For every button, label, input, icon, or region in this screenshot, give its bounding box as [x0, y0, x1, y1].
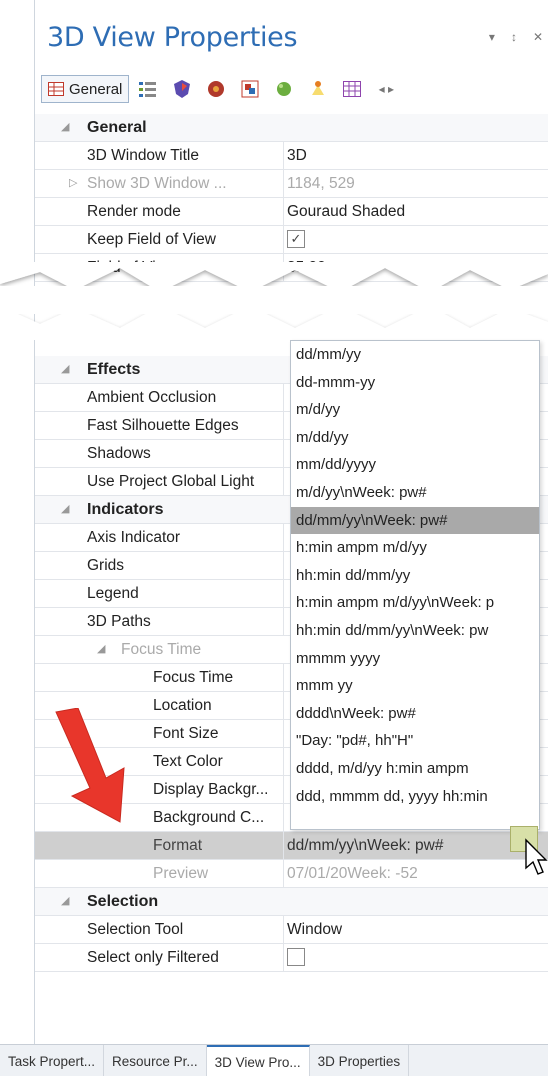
property-row[interactable]: Render mode Gouraud Shaded [35, 198, 548, 226]
grid-icon [48, 82, 64, 96]
dropdown-option[interactable]: hh:min dd/mm/yy\nWeek: pw [291, 617, 539, 645]
torn-break [0, 262, 548, 340]
dropdown-option[interactable]: dd-mmm-yy [291, 369, 539, 397]
dropdown-option[interactable]: m/dd/yy [291, 424, 539, 452]
property-row[interactable]: 3D Window Title 3D [35, 142, 548, 170]
scroll-icon[interactable]: ◂ ▸ [371, 75, 401, 103]
dropdown-option[interactable]: dddd, m/d/yy h:min ampm [291, 755, 539, 783]
dropdown-option[interactable]: dddd\nWeek: pw# [291, 700, 539, 728]
dropdown-option[interactable]: mmm yy [291, 672, 539, 700]
property-grid: ◢ General 3D Window Title 3D ▷ Show 3D W… [35, 114, 548, 282]
dropdown-option[interactable]: hh:min dd/mm/yy [291, 562, 539, 590]
list-icon[interactable] [133, 75, 163, 103]
mouse-cursor-icon [525, 838, 548, 875]
keep-fov-checkbox[interactable]: ✓ [287, 230, 305, 248]
collapse-icon[interactable]: ◢ [61, 894, 69, 907]
tab-3d-view-properties[interactable]: 3D View Pro... [206, 1045, 310, 1076]
dropdown-option[interactable]: h:min ampm m/d/yy\nWeek: p [291, 589, 539, 617]
red-arrow-icon [55, 708, 125, 823]
panel-title: 3D View Properties [47, 22, 298, 53]
dropdown-option[interactable]: mmmm yyyy [291, 645, 539, 673]
property-row[interactable]: Selection Tool Window [35, 916, 548, 944]
table-icon[interactable] [337, 75, 367, 103]
close-icon[interactable]: ✕ [533, 30, 543, 44]
dropdown-option[interactable]: dd/mm/yy\nWeek: pw# [291, 506, 539, 535]
property-row[interactable]: Keep Field of View ✓ [35, 226, 548, 254]
panel-header: 3D View Properties ▾ ↕ ✕ [35, 0, 548, 72]
expand-icon[interactable]: ▷ [69, 176, 77, 189]
property-row[interactable]: Select only Filtered [35, 944, 548, 972]
pin-icon[interactable]: ↕ [511, 30, 517, 44]
header-controls: ▾ ↕ ✕ [489, 30, 543, 44]
dropdown-option[interactable]: m/d/yy\nWeek: pw# [291, 479, 539, 507]
tab-resource-properties[interactable]: Resource Pr... [104, 1045, 207, 1076]
dropdown-option[interactable]: "Day: "pd#, hh"H" [291, 727, 539, 755]
format-dropdown-list[interactable]: dd/mm/yy dd-mmm-yy m/d/yy m/dd/yy mm/dd/yyyy… [290, 340, 540, 830]
collapse-icon[interactable]: ◢ [97, 642, 105, 655]
collapse-icon[interactable]: ◢ [61, 362, 69, 375]
collapse-icon[interactable]: ◢ [61, 120, 69, 133]
tab-3d-properties[interactable]: 3D Properties [310, 1045, 410, 1076]
tab-general-label: General [69, 80, 123, 98]
properties-toolbar: General ◂ ▸ [41, 72, 548, 106]
collapse-icon[interactable]: ◢ [61, 502, 69, 515]
category-selection[interactable]: ◢ Selection [35, 888, 548, 916]
dropdown-option[interactable]: ddd, mmmm dd, yyyy hh:min [291, 783, 539, 811]
property-row-preview: Preview 07/01/20Week: -52 [35, 860, 548, 888]
property-row-format[interactable]: Format dd/mm/yy\nWeek: pw# [35, 832, 548, 860]
shield-icon[interactable] [167, 75, 197, 103]
filter-icon[interactable] [235, 75, 265, 103]
dropdown-option[interactable]: m/d/yy [291, 396, 539, 424]
category-general[interactable]: ◢ General [35, 114, 548, 142]
dropdown-option[interactable]: h:min ampm m/d/yy [291, 534, 539, 562]
dropdown-option[interactable]: dd/mm/yy [291, 341, 539, 369]
bottom-tab-bar: Task Propert... Resource Pr... 3D View P… [0, 1044, 548, 1076]
tab-general[interactable]: General [41, 75, 130, 103]
property-row[interactable]: ▷ Show 3D Window ... 1184, 529 [35, 170, 548, 198]
tab-task-properties[interactable]: Task Propert... [0, 1045, 105, 1076]
select-only-filtered-checkbox[interactable] [287, 948, 305, 966]
sphere-icon[interactable] [269, 75, 299, 103]
dropdown-option[interactable]: mm/dd/yyyy [291, 451, 539, 479]
light-icon[interactable] [303, 75, 333, 103]
format-value[interactable]: dd/mm/yy\nWeek: pw# [287, 837, 444, 855]
dropdown-arrow-icon[interactable]: ▾ [489, 30, 495, 44]
cube-icon[interactable] [201, 75, 231, 103]
